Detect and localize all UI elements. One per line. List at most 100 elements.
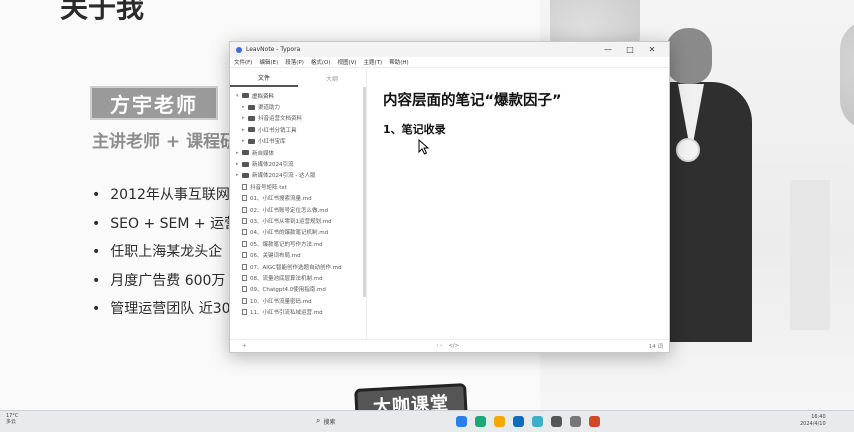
source-mode-button[interactable]: </> xyxy=(448,343,459,349)
tree-file[interactable]: 06、关键词布局.md xyxy=(234,249,364,260)
weather-widget[interactable]: 17°C 多云 xyxy=(6,413,18,425)
background-pillar xyxy=(790,180,830,330)
tree-item-label: 09、Chatgpt4.0使用指南.md xyxy=(250,287,326,294)
menu-help[interactable]: 帮助(H) xyxy=(389,58,408,66)
file-icon xyxy=(242,263,247,270)
add-file-button[interactable]: + xyxy=(242,343,247,349)
tree-item-label: 渠道助力 xyxy=(258,105,281,112)
taskbar-app-icon[interactable] xyxy=(551,416,562,427)
tree-item-label: 小红书分销工具 xyxy=(258,127,297,134)
editor-pane[interactable]: 内容层面的笔记“爆款因子” 1、笔记收录 xyxy=(367,69,669,339)
tree-folder[interactable]: ▸ 新媒体2024引流 xyxy=(234,158,364,169)
document-heading[interactable]: 内容层面的笔记“爆款因子” xyxy=(383,89,669,110)
menu-paragraph[interactable]: 段落(P) xyxy=(285,58,304,66)
tree-item-label: 新媒体2024引流 - 达人版 xyxy=(252,173,316,180)
file-icon xyxy=(242,274,247,281)
bullet-item: SEO + SEM + 运营 xyxy=(92,213,238,242)
tab-files[interactable]: 文件 xyxy=(230,69,298,87)
tree-file[interactable]: 08、流量池底层算法机制.md xyxy=(234,272,364,283)
tree-item-label: 04、小红书的爆款笔记机制.md xyxy=(250,230,329,237)
file-tree: ▾ 虚拟资料 ▸ 渠道助力 ▸ 抖音运营文档资料 ▸ 小红书分销工具 ▸ 小红书宝库 ▸ 新自媒体 ▸ 新… xyxy=(230,87,366,318)
search-icon: ⌕ xyxy=(316,416,321,425)
tree-folder[interactable]: ▸ 渠道助力 xyxy=(234,101,364,112)
typora-window: LeavNote - Typora — □ ✕ 文件(F) 编辑(E) 段落(P… xyxy=(229,41,670,353)
folder-icon xyxy=(242,172,249,178)
maximize-button[interactable]: □ xyxy=(619,42,641,57)
file-icon xyxy=(242,217,247,224)
file-icon xyxy=(242,206,247,213)
bullet-item: 管理运营团队 近30 xyxy=(92,298,238,327)
menu-view[interactable]: 视图(V) xyxy=(337,58,356,66)
taskbar-app-icon[interactable] xyxy=(589,416,600,427)
system-clock[interactable]: 16:40 2024/4/10 xyxy=(800,414,826,428)
file-icon xyxy=(242,240,247,247)
menu-theme[interactable]: 主题(T) xyxy=(364,58,383,66)
document-subheading[interactable]: 1、笔记收录 xyxy=(383,121,669,137)
tree-folder[interactable]: ▸ 新自媒体 xyxy=(234,147,364,158)
tree-folder[interactable]: ▾ 虚拟资料 xyxy=(234,90,364,101)
taskbar-app-icon[interactable] xyxy=(570,416,581,427)
folder-icon xyxy=(248,104,255,110)
slide-title: 关于我 xyxy=(60,0,145,24)
folder-icon xyxy=(248,115,255,121)
bullet-list: 2012年从事互联网 SEO + SEM + 运营 任职上海某龙头企 月度广告费… xyxy=(92,184,238,327)
tree-folder[interactable]: ▸ 新媒体2024引流 - 达人版 xyxy=(234,170,364,181)
menu-edit[interactable]: 编辑(E) xyxy=(259,58,278,66)
tree-folder[interactable]: ▸ 小红书分销工具 xyxy=(234,124,364,135)
taskbar-app-icon[interactable] xyxy=(475,416,486,427)
name-badge: 方宇老师 xyxy=(90,86,218,120)
minimize-button[interactable]: — xyxy=(597,42,619,57)
tree-item-label: 03、小红书从零到1运营规划.md xyxy=(250,218,332,225)
nav-arrows[interactable]: ‹ › xyxy=(436,343,442,349)
presenter-head xyxy=(666,28,712,84)
taskbar-app-icon[interactable] xyxy=(513,416,524,427)
tree-file[interactable]: 02、小红书账号定位怎么做.md xyxy=(234,204,364,215)
file-icon xyxy=(242,309,247,316)
tree-item-label: 抖音运营文档资料 xyxy=(258,116,303,123)
tree-item-label: 抖音号矩阵 txt xyxy=(250,184,287,191)
bullet-item: 任职上海某龙头企 xyxy=(92,241,238,270)
tree-file[interactable]: 01、小红书搜索流量.md xyxy=(234,193,364,204)
tree-item-label: 新自媒体 xyxy=(252,150,275,157)
tree-file[interactable]: 11、小红书引流私域运营.md xyxy=(234,306,364,317)
taskbar-app-icon[interactable] xyxy=(456,416,467,427)
tree-file[interactable]: 07、AIGC智能创作选题自动创作.md xyxy=(234,261,364,272)
window-body: 文件 大纲 ▾ 虚拟资料 ▸ 渠道助力 ▸ 抖音运营文档资料 ▸ 小红书分销工具 ▸ 小红书宝库 ▸… xyxy=(230,69,669,339)
file-icon xyxy=(242,252,247,259)
corsage xyxy=(676,138,700,162)
folder-icon xyxy=(242,161,249,167)
tree-folder[interactable]: ▸ 抖音运营文档资料 xyxy=(234,113,364,124)
tree-file[interactable]: 03、小红书从零到1运营规划.md xyxy=(234,215,364,226)
file-icon xyxy=(242,229,247,236)
tree-file[interactable]: 05、爆款笔记的写作方法.md xyxy=(234,238,364,249)
clock-time: 16:40 xyxy=(811,414,826,420)
tree-file[interactable]: 抖音号矩阵 txt xyxy=(234,181,364,192)
tree-item-label: 10、小红书流量密码.md xyxy=(250,298,312,305)
tree-file[interactable]: 10、小红书流量密码.md xyxy=(234,295,364,306)
menu-format[interactable]: 格式(O) xyxy=(311,58,331,66)
tree-file[interactable]: 04、小红书的爆款笔记机制.md xyxy=(234,227,364,238)
window-title: LeavNote - Typora xyxy=(246,46,301,53)
close-button[interactable]: ✕ xyxy=(641,42,663,57)
file-sidebar: 文件 大纲 ▾ 虚拟资料 ▸ 渠道助力 ▸ 抖音运营文档资料 ▸ 小红书分销工具 ▸ 小红书宝库 ▸… xyxy=(230,69,367,339)
taskbar-search[interactable]: ⌕ 搜索 xyxy=(316,416,336,426)
taskbar-app-icon[interactable] xyxy=(494,416,505,427)
sidebar-scrollbar[interactable] xyxy=(363,87,366,297)
menu-file[interactable]: 文件(F) xyxy=(234,58,252,66)
taskbar-app-icon[interactable] xyxy=(532,416,543,427)
word-count[interactable]: 14 词 xyxy=(649,342,663,350)
taskbar-apps xyxy=(456,416,608,427)
tree-file[interactable]: 09、Chatgpt4.0使用指南.md xyxy=(234,284,364,295)
tree-folder[interactable]: ▸ 小红书宝库 xyxy=(234,136,364,147)
clock-date: 2024/4/10 xyxy=(800,421,826,427)
taskbar: 17°C 多云 ⌕ 搜索 16:40 2024/4/10 xyxy=(0,410,854,432)
bullet-item: 2012年从事互联网 xyxy=(92,184,238,213)
tree-item-label: 05、爆款笔记的写作方法.md xyxy=(250,241,323,248)
tree-item-label: 虚拟资料 xyxy=(252,93,275,100)
sidebar-tabs: 文件 大纲 xyxy=(230,69,366,87)
flower-decoration xyxy=(840,20,854,130)
tree-item-label: 02、小红书账号定位怎么做.md xyxy=(250,207,329,214)
title-bar[interactable]: LeavNote - Typora — □ ✕ xyxy=(230,42,669,57)
search-label: 搜索 xyxy=(323,418,336,426)
tab-outline[interactable]: 大纲 xyxy=(298,69,366,87)
